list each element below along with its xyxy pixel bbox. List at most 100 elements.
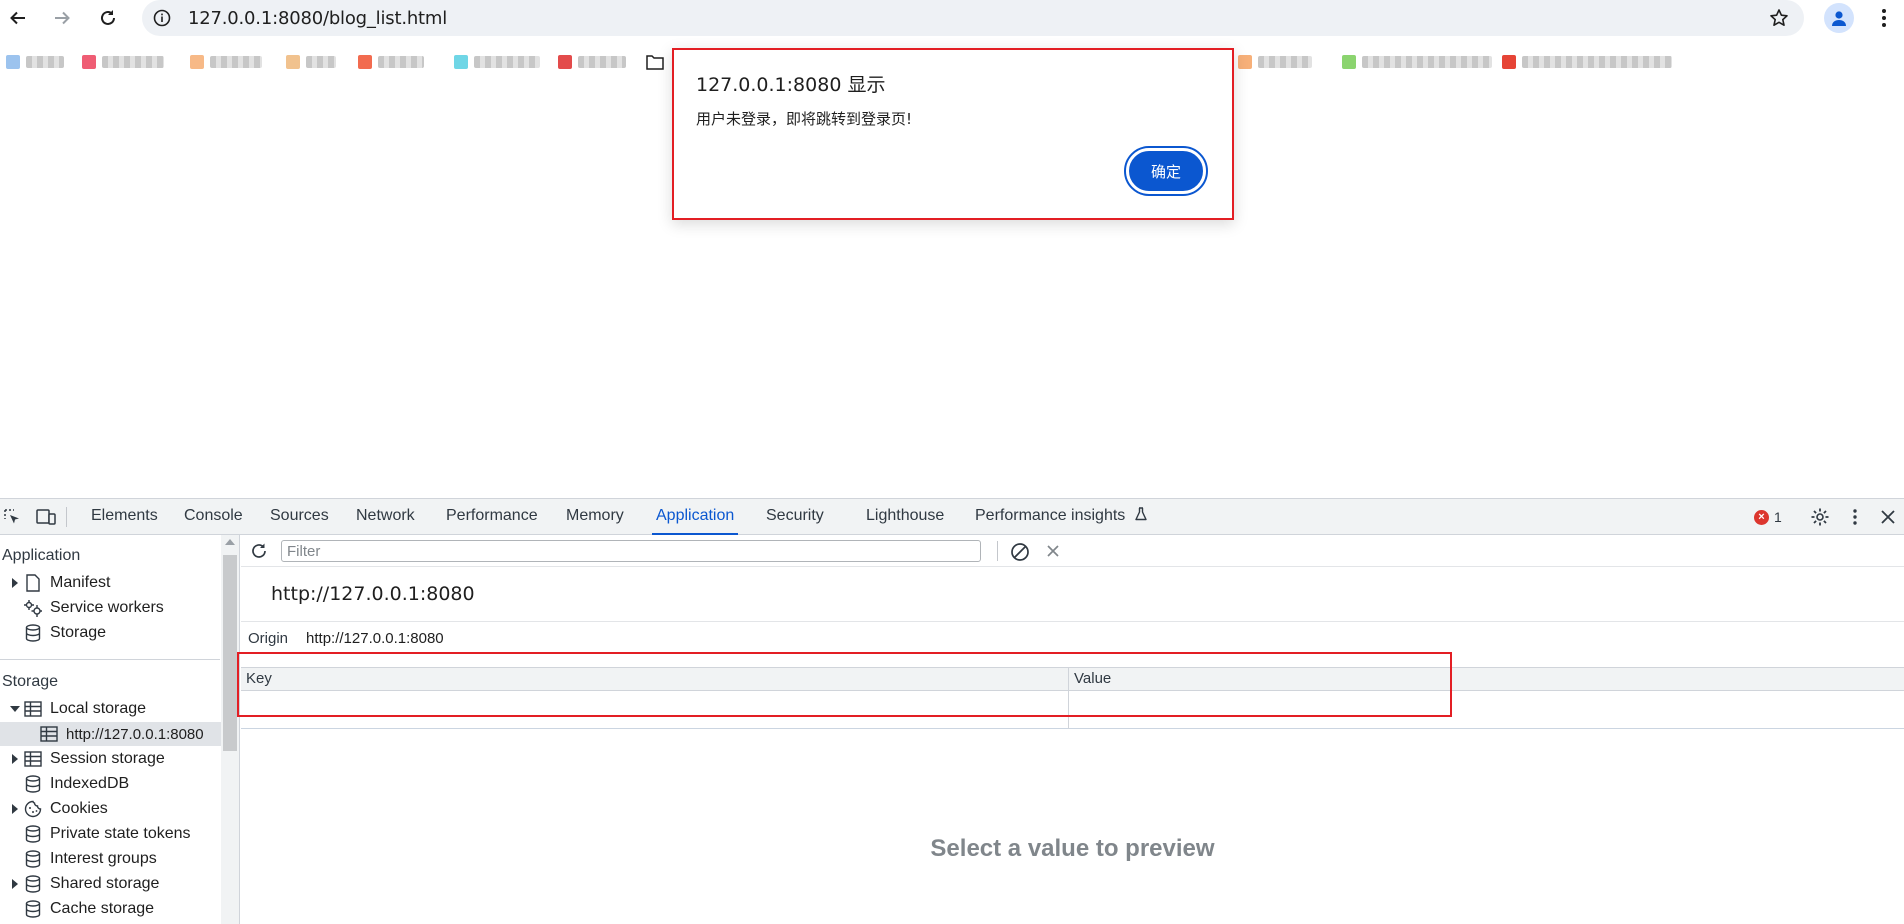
sidebar-item-local-storage[interactable]: Local storage — [8, 697, 146, 721]
sidebar-item-manifest[interactable]: Manifest — [8, 571, 110, 595]
sidebar-item-label: Shared storage — [50, 875, 160, 892]
dialog-message: 用户未登录，即将跳转到登录页! — [696, 110, 913, 128]
filter-input[interactable] — [281, 540, 981, 562]
tab-application[interactable]: Application — [652, 499, 739, 535]
origin-title: http://127.0.0.1:8080 — [271, 583, 475, 605]
bookmark-item[interactable] — [558, 52, 626, 72]
tab-security[interactable]: Security — [766, 499, 824, 535]
bookmark-item[interactable] — [82, 52, 164, 72]
sidebar-item-label: Storage — [50, 624, 107, 641]
sidebar-item-shared-storage[interactable]: Shared storage — [8, 872, 159, 896]
preview-placeholder: Select a value to preview — [930, 835, 1215, 862]
sidebar-item-session-storage[interactable]: Session storage — [8, 747, 165, 771]
expand-triangle-icon[interactable] — [8, 879, 22, 889]
tab-performance-insights[interactable]: Performance insights — [975, 499, 1148, 535]
gears-icon — [22, 598, 44, 618]
close-icon — [1047, 545, 1059, 557]
tab-network[interactable]: Network — [356, 499, 415, 535]
profile-avatar[interactable] — [1824, 3, 1854, 33]
address-bar[interactable]: 127.0.0.1:8080/blog_list.html — [142, 0, 1804, 36]
bookmark-item[interactable] — [1238, 52, 1312, 72]
tab-elements[interactable]: Elements — [91, 499, 158, 535]
sidebar-item-service-workers[interactable]: Service workers — [8, 596, 164, 620]
scrollbar-thumb[interactable] — [223, 555, 237, 751]
devtools-close-icon[interactable] — [1878, 507, 1898, 527]
person-icon — [1832, 11, 1846, 26]
table-row[interactable] — [241, 691, 1904, 715]
bookmark-item[interactable] — [190, 52, 262, 72]
application-sidebar: Application Manifest Service workers Sto… — [0, 535, 240, 924]
table-icon — [22, 749, 44, 769]
inspect-element-icon[interactable] — [2, 507, 22, 527]
table-icon — [22, 699, 44, 719]
device-toolbar-icon[interactable] — [36, 507, 56, 527]
browser-menu-button[interactable] — [1872, 4, 1896, 32]
refresh-button[interactable] — [249, 541, 269, 561]
bookmark-item[interactable] — [6, 52, 64, 72]
forward-button[interactable] — [48, 4, 76, 32]
origin-value: http://127.0.0.1:8080 — [306, 630, 444, 647]
tab-console[interactable]: Console — [184, 499, 243, 535]
sidebar-item-label: Manifest — [50, 574, 111, 591]
expand-triangle-icon[interactable] — [8, 754, 22, 764]
tab-sources[interactable]: Sources — [270, 499, 329, 535]
column-header-value[interactable]: Value — [1069, 668, 1111, 692]
collapse-triangle-icon[interactable] — [8, 705, 22, 713]
database-icon — [22, 899, 44, 919]
back-button[interactable] — [4, 4, 32, 32]
sidebar-item-cache-storage[interactable]: Cache storage — [8, 897, 154, 921]
error-count: 1 — [1774, 509, 1782, 525]
sidebar-item-storage[interactable]: Storage — [8, 621, 106, 645]
expand-triangle-icon[interactable] — [8, 578, 22, 588]
database-icon — [22, 623, 44, 643]
sidebar-item-label: Interest groups — [50, 850, 157, 867]
sidebar-item-label: http://127.0.0.1:8080 — [66, 725, 204, 743]
tab-memory[interactable]: Memory — [566, 499, 624, 535]
cookie-icon — [22, 799, 44, 819]
delete-selected-button[interactable] — [1043, 541, 1063, 561]
bookmark-item[interactable] — [286, 52, 336, 72]
alert-dialog: 127.0.0.1:8080 显示 用户未登录，即将跳转到登录页! 确定 — [672, 48, 1234, 220]
sidebar-item-cookies[interactable]: Cookies — [8, 797, 108, 821]
sidebar-item-label: Private state tokens — [50, 825, 191, 842]
database-icon — [22, 774, 44, 794]
storage-toolbar — [241, 535, 1904, 567]
sidebar-item-private-state-tokens[interactable]: Private state tokens — [8, 822, 191, 846]
tab-separator — [66, 507, 67, 527]
address-url[interactable]: 127.0.0.1:8080/blog_list.html — [188, 8, 447, 29]
flask-icon — [1135, 507, 1147, 521]
error-icon: × — [1754, 509, 1769, 525]
sidebar-item-interest-groups[interactable]: Interest groups — [8, 847, 157, 871]
tab-lighthouse[interactable]: Lighthouse — [866, 499, 944, 535]
bookmark-folder[interactable] — [646, 52, 664, 72]
refresh-icon — [252, 543, 266, 558]
sidebar-item-local-storage-origin[interactable]: http://127.0.0.1:8080 — [0, 722, 221, 746]
origin-label: Origin — [248, 630, 289, 647]
clear-all-button[interactable] — [1009, 541, 1031, 563]
site-info-icon[interactable] — [152, 8, 172, 28]
block-icon — [1011, 543, 1029, 561]
dialog-ok-button[interactable]: 确定 — [1124, 146, 1208, 196]
bookmark-item[interactable] — [1342, 52, 1492, 72]
expand-triangle-icon[interactable] — [8, 804, 22, 814]
devtools-more-icon[interactable] — [1845, 507, 1865, 527]
settings-gear-icon[interactable] — [1810, 507, 1830, 527]
sidebar-item-label: Local storage — [50, 700, 147, 717]
table-header: Key Value — [241, 667, 1904, 691]
bookmark-item[interactable] — [358, 52, 424, 72]
bookmark-item[interactable] — [1502, 52, 1672, 72]
sidebar-item-indexeddb[interactable]: IndexedDB — [8, 772, 129, 796]
sidebar-scrollbar[interactable] — [221, 535, 239, 924]
sidebar-divider — [0, 659, 220, 660]
database-icon — [22, 824, 44, 844]
bookmark-star-icon[interactable] — [1768, 7, 1790, 29]
bookmark-item[interactable] — [454, 52, 540, 72]
column-divider — [1068, 667, 1069, 729]
scroll-up-arrow-icon[interactable] — [225, 539, 235, 545]
error-count-badge[interactable]: × 1 — [1754, 509, 1782, 525]
sidebar-heading-storage: Storage — [2, 673, 59, 690]
column-header-key[interactable]: Key — [241, 668, 272, 692]
reload-button[interactable] — [94, 4, 122, 32]
tab-performance[interactable]: Performance — [446, 499, 538, 535]
sidebar-item-label: Cache storage — [50, 900, 155, 917]
